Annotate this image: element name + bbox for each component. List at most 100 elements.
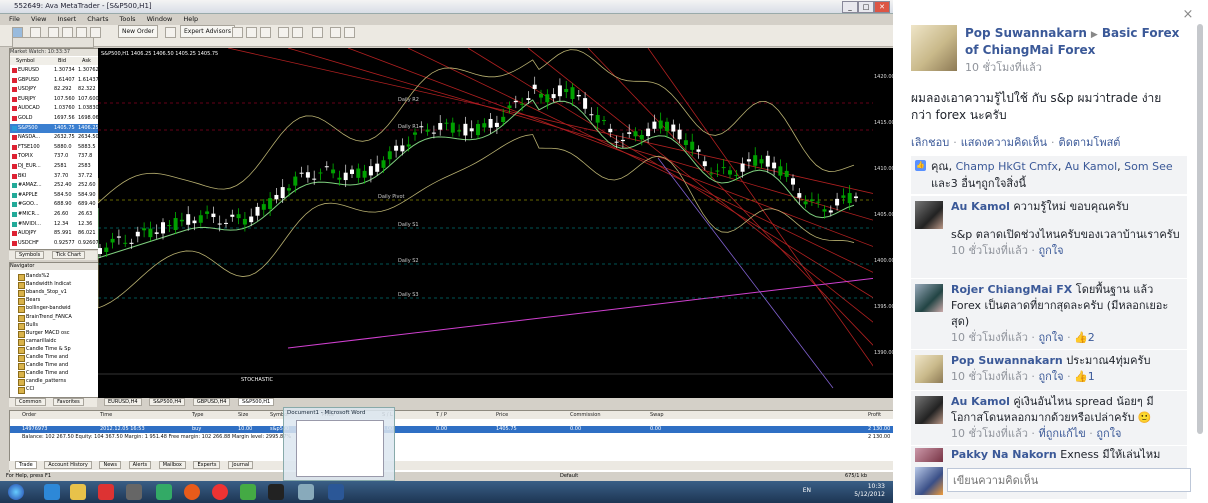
tab-experts[interactable]: Experts [193, 461, 221, 469]
market-watch-row[interactable]: #MICR... 26.60 26.63 [10, 210, 98, 219]
terminal-col[interactable]: Swap [650, 411, 664, 419]
navigator-item[interactable]: Bulls [18, 322, 38, 330]
line-chart-icon[interactable] [260, 27, 271, 38]
word-thumbnail-popup[interactable]: Document1 - Microsoft Word [283, 407, 395, 481]
utorrent-icon[interactable] [240, 484, 256, 500]
commenter-avatar[interactable] [915, 284, 943, 312]
comment-input[interactable] [947, 468, 1191, 492]
tab-account-history[interactable]: Account History [44, 461, 92, 469]
mt-maximize-button[interactable]: □ [858, 1, 874, 13]
drawing-tools-strip[interactable] [12, 37, 94, 48]
market-watch-row[interactable]: EURUSD 1.30734 1.30762 [10, 66, 99, 75]
clock-date[interactable]: 5/12/2012 [854, 491, 885, 499]
tab-symbols[interactable]: Symbols [15, 251, 45, 259]
comment-time[interactable]: 10 ชั่วโมงที่แล้ว [951, 244, 1028, 257]
commenter-avatar[interactable] [915, 396, 943, 424]
periods-icon[interactable] [344, 27, 355, 38]
price-chart[interactable]: Daily R2 Daily R1 Daily Pivot Daily S1 Daily… [97, 47, 893, 398]
market-watch-row[interactable]: NASDA... 2632.75 2634.50 [10, 133, 99, 142]
market-watch-row[interactable]: GBPUSD 1.61407 1.61437 [10, 76, 99, 85]
chart-tab-sp500-h4[interactable]: S&P500,H4 [149, 398, 186, 406]
navigator-item[interactable]: Candle Time & Sp [18, 346, 71, 354]
start-button-icon[interactable] [8, 484, 24, 500]
navigator-item[interactable]: Burger MACD osc [18, 330, 69, 338]
menu-file[interactable]: File [9, 15, 20, 23]
mt-close-button[interactable]: ✕ [874, 1, 890, 13]
commenter-avatar[interactable] [915, 201, 943, 229]
navigator-item[interactable]: camarillaidc [18, 338, 56, 346]
comment-time[interactable]: 10 ชั่วโมงที่แล้ว [951, 370, 1028, 383]
ie-icon[interactable] [44, 484, 60, 500]
navigator-item[interactable]: bollinger-bandwid [18, 305, 71, 314]
chat-icon[interactable] [156, 484, 172, 500]
navigator-item[interactable]: Bands%2 [18, 273, 49, 281]
terminal-col[interactable]: Price [496, 411, 508, 419]
market-watch-row[interactable]: #NVIDI... 12.34 12.36 [10, 220, 98, 229]
commenter-avatar[interactable] [915, 448, 943, 462]
tab-trade[interactable]: Trade [15, 461, 37, 469]
terminal-col[interactable]: Type [192, 411, 203, 419]
comment-like-link[interactable]: ถูกใจ [1038, 244, 1063, 257]
liker-2[interactable]: Au Kamol [1065, 160, 1117, 173]
metaeditor-icon[interactable] [165, 27, 176, 38]
follow-post-link[interactable]: ติดตามโพสต์ [1059, 136, 1121, 149]
post-timestamp[interactable]: 10 ชั่วโมงที่แล้ว [965, 58, 1042, 76]
market-watch-row[interactable]: #AMAZ... 252.40 252.60 [10, 181, 98, 190]
unlike-link[interactable]: เลิกชอบ [911, 136, 949, 149]
firefox-icon[interactable] [184, 484, 200, 500]
navigator-item[interactable]: CCI [18, 386, 34, 395]
tab-news[interactable]: News [99, 461, 121, 469]
tab-journal[interactable]: Journal [228, 461, 254, 469]
chart-tab-sp500-h1[interactable]: S&P500,H1 [238, 398, 275, 406]
commenter-name[interactable]: Au Kamol [951, 200, 1010, 213]
terminal-col[interactable]: T / P [436, 411, 447, 419]
bar-chart-icon[interactable] [232, 27, 243, 38]
navigator-item[interactable]: BrainTrend_FANCA [18, 314, 72, 322]
commenter-name[interactable]: Pop Suwannakarn [951, 354, 1063, 367]
liker-3[interactable]: Som See [1124, 160, 1172, 173]
comment-like-link[interactable]: ถูกใจ [1096, 427, 1121, 440]
tab-alerts[interactable]: Alerts [128, 461, 152, 469]
new-order-button[interactable]: New Order [118, 25, 159, 38]
candlestick-icon[interactable] [246, 27, 257, 38]
terminal-col[interactable]: Profit [868, 411, 881, 419]
market-watch-row[interactable]: DJ_EUR... 2581 2583 [10, 162, 98, 171]
comment-link[interactable]: แสดงความคิดเห็น [961, 136, 1047, 149]
explorer-icon[interactable] [70, 484, 86, 500]
chrome-icon[interactable] [212, 484, 228, 500]
comment-time[interactable]: 10 ชั่วโมงที่แล้ว [951, 331, 1028, 344]
media-icon[interactable] [98, 484, 114, 500]
tab-common[interactable]: Common [15, 398, 46, 406]
menu-window[interactable]: Window [147, 15, 173, 23]
commenter-avatar[interactable] [915, 355, 943, 383]
navigator-item[interactable]: Candle Time and [18, 370, 68, 379]
tab-tick-chart[interactable]: Tick Chart [51, 251, 86, 259]
commenter-name[interactable]: Au Kamol [951, 395, 1010, 408]
navigator-item[interactable]: Bandwidth Indicat [18, 281, 71, 290]
word-icon[interactable] [328, 484, 344, 500]
navigator-item[interactable]: Candle Time and [18, 362, 68, 371]
terminal-col[interactable]: Time [100, 411, 112, 419]
terminal-col[interactable]: Size [238, 411, 248, 419]
poster-name[interactable]: Pop Suwannakarn [965, 26, 1087, 40]
menu-insert[interactable]: Insert [57, 15, 76, 23]
market-watch-row[interactable]: USDJPY 82.292 82.322 [10, 85, 98, 94]
terminal-col[interactable]: Commission [570, 411, 601, 419]
close-icon[interactable]: × [1181, 8, 1195, 22]
market-watch-row[interactable]: S&P500 1405.75 1406.25 [10, 123, 99, 133]
mt-minimize-button[interactable]: _ [842, 1, 858, 13]
menu-charts[interactable]: Charts [87, 15, 108, 23]
navigator-item[interactable]: candle_patterns [18, 378, 66, 387]
commenter-name[interactable]: Pakky Na Nakorn [951, 448, 1057, 461]
tab-mailbox[interactable]: Mailbox [158, 461, 186, 469]
metatrader-task-icon[interactable] [268, 484, 284, 500]
language-indicator[interactable]: EN [803, 487, 811, 495]
comment-like-link[interactable]: ถูกใจ [1038, 331, 1063, 344]
market-watch-row[interactable]: BKI 37.70 37.72 [10, 172, 98, 181]
tile-windows-icon[interactable] [312, 27, 323, 38]
navigator-item[interactable]: bbands_Stop_v1 [18, 289, 67, 298]
comment-edited-link[interactable]: ที่ถูกแก้ไข [1038, 427, 1085, 440]
indicators-icon[interactable] [330, 27, 341, 38]
scrollbar[interactable] [1197, 24, 1203, 434]
poster-avatar[interactable] [911, 25, 957, 71]
